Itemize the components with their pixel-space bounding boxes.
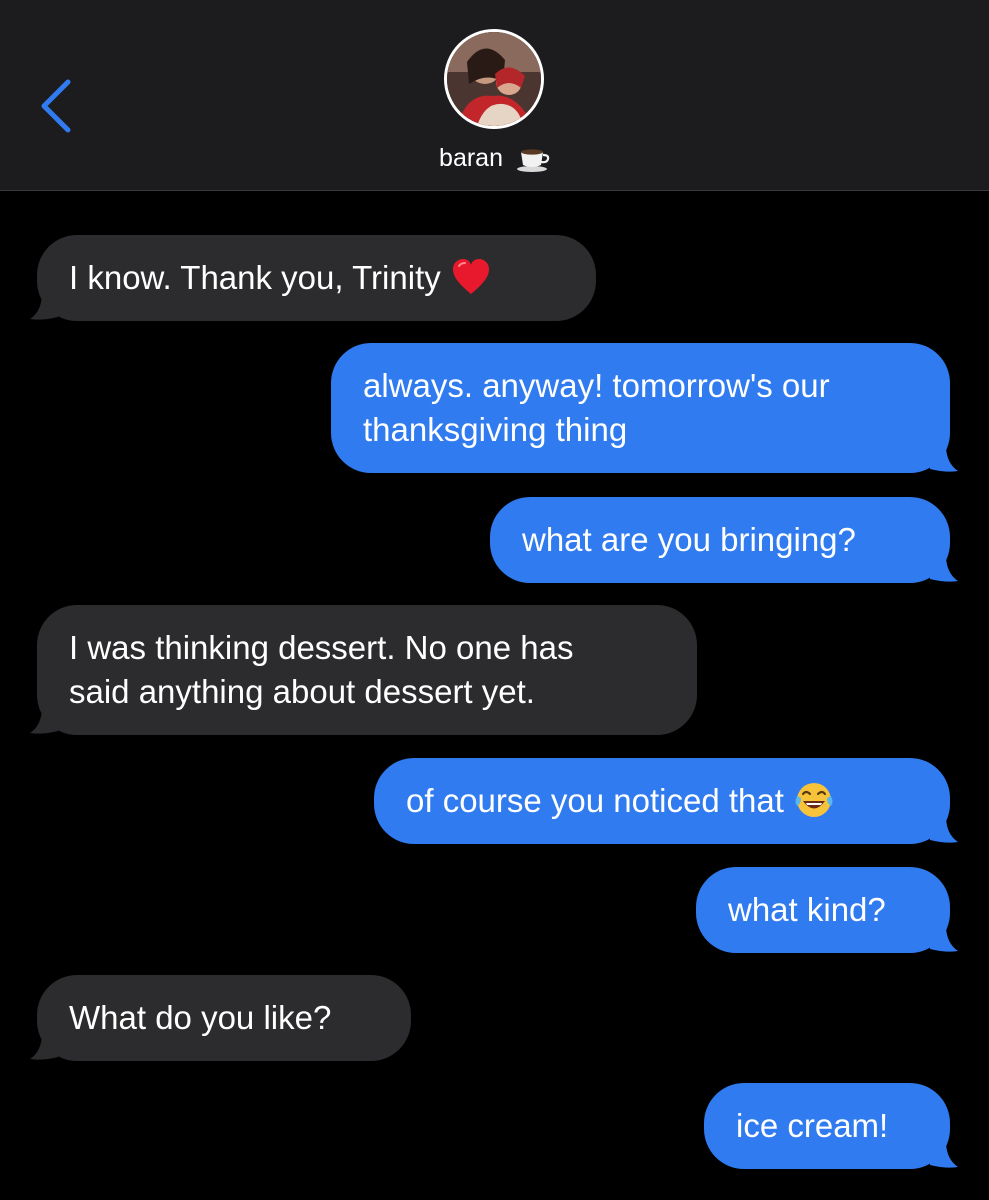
message-bubble-outgoing[interactable]: ice cream!: [704, 1083, 950, 1169]
message-text: of course you noticed that: [406, 782, 784, 819]
message-text: what kind?: [728, 891, 886, 928]
bubble-tail-outgoing: [930, 445, 958, 472]
contact-name[interactable]: baran: [0, 143, 989, 173]
message-text-line: always. anyway! tomorrow's our: [363, 367, 830, 404]
message-text: I know. Thank you, Trinity: [69, 259, 441, 296]
message-text-line: said anything about dessert yet.: [69, 673, 535, 710]
bubble-tail-outgoing: [930, 925, 958, 952]
message-thread[interactable]: I know. Thank you, Trinity always. anywa…: [0, 191, 989, 1200]
bubble-tail-outgoing: [930, 1141, 958, 1168]
message-text: ice cream!: [736, 1107, 889, 1144]
message-bubble-incoming[interactable]: I know. Thank you, Trinity: [37, 235, 596, 321]
chevron-left-icon: [41, 79, 71, 133]
message-bubble-outgoing[interactable]: always. anyway! tomorrow's our thanksgiv…: [331, 343, 950, 473]
bubble-tail-incoming: [30, 707, 58, 734]
conversation-header: baran: [0, 0, 989, 191]
contact-name-label: baran: [439, 143, 503, 172]
bubble-tail-incoming: [30, 293, 58, 320]
message-bubble-outgoing[interactable]: of course you noticed that: [374, 758, 950, 844]
message-bubble-outgoing[interactable]: what are you bringing?: [490, 497, 950, 583]
message-text: What do you like?: [69, 999, 332, 1036]
message-text: what are you bringing?: [522, 521, 856, 558]
message-text-line: thanksgiving thing: [363, 411, 628, 448]
contact-avatar[interactable]: [444, 29, 544, 129]
back-button[interactable]: [28, 76, 84, 136]
laughing-tears-icon: [795, 783, 833, 818]
red-heart-icon: [452, 259, 489, 295]
bubble-tail-outgoing: [930, 555, 958, 582]
bubble-tail-outgoing: [930, 816, 958, 843]
message-bubble-incoming[interactable]: I was thinking dessert. No one has said …: [37, 605, 697, 735]
bubble-tail-incoming: [30, 1033, 58, 1060]
coffee-cup-icon: [516, 149, 550, 173]
avatar-photo: [447, 32, 541, 126]
message-bubble-incoming[interactable]: What do you like?: [37, 975, 411, 1061]
message-text-line: I was thinking dessert. No one has: [69, 629, 574, 666]
message-bubble-outgoing[interactable]: what kind?: [696, 867, 950, 953]
